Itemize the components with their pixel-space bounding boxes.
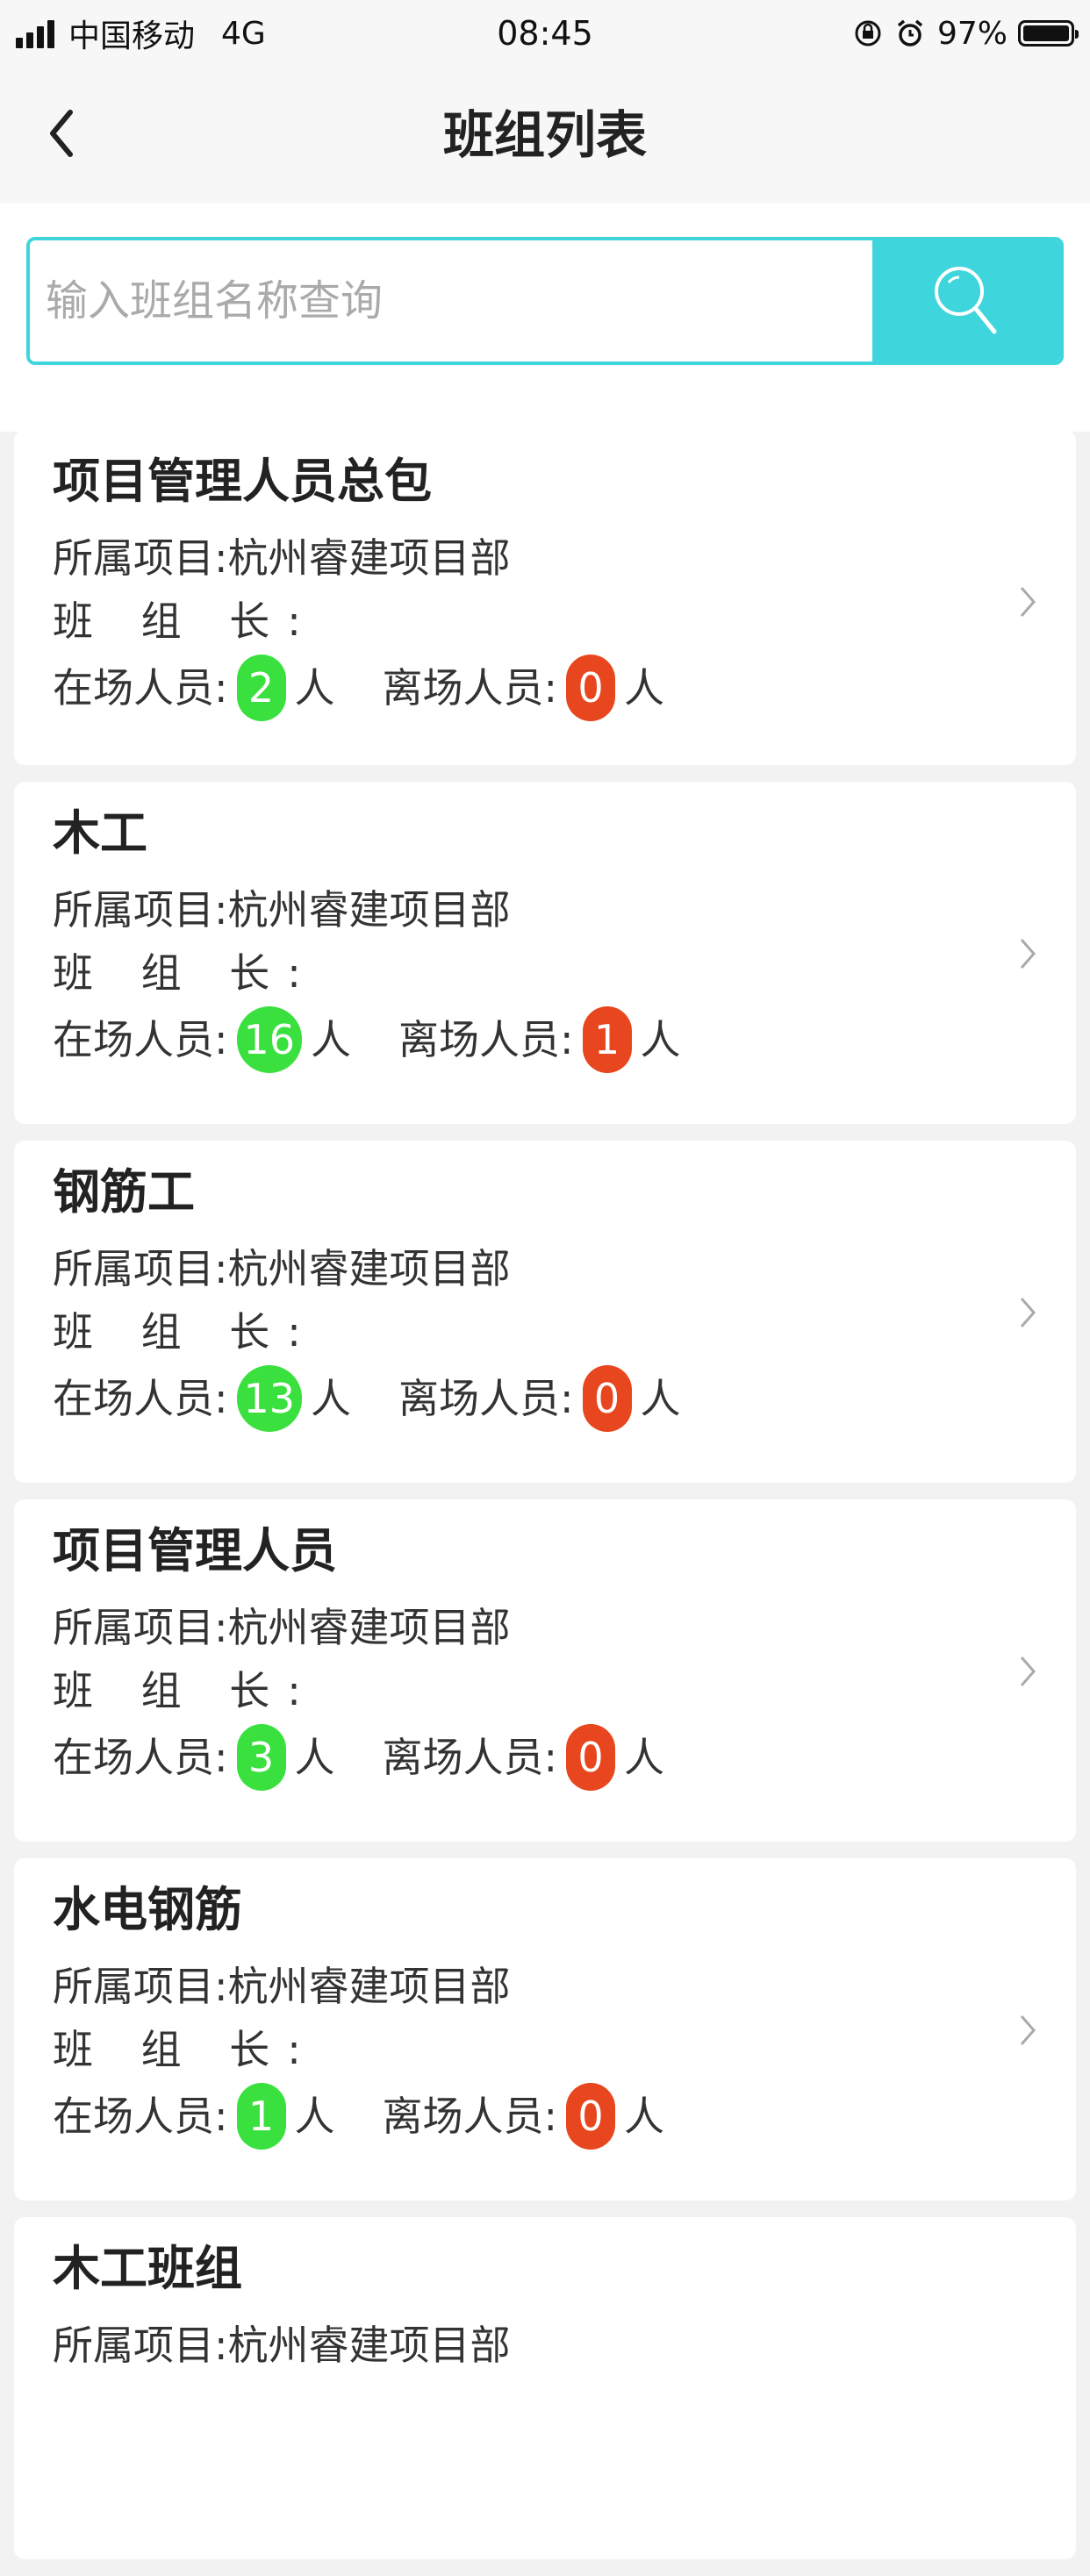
on-site-unit: 人: [294, 1734, 335, 1781]
count-row: 在场人员: 1 人 离场人员: 0 人: [53, 2083, 664, 2150]
on-site-count-badge: 13: [236, 1365, 303, 1432]
off-site-label: 离场人员:: [382, 1734, 558, 1781]
team-name: 钢筋工: [53, 1164, 195, 1220]
project-row: 所属项目: 杭州睿建项目部: [53, 1958, 511, 2014]
team-name: 水电钢筋: [53, 1882, 242, 1937]
page-title: 班组列表: [442, 105, 647, 165]
team-card[interactable]: 项目管理人员 所属项目: 杭州睿建项目部 班 组 长: 在场人员: 3 人 离场…: [14, 1499, 1076, 1842]
project-row: 所属项目: 杭州睿建项目部: [53, 1241, 511, 1297]
project-row: 所属项目: 杭州睿建项目部: [53, 2317, 511, 2373]
off-site-count-badge: 0: [582, 1365, 632, 1432]
team-card[interactable]: 木工 所属项目: 杭州睿建项目部 班 组 长: 在场人员: 16 人 离场人员:…: [14, 782, 1076, 1124]
team-name: 木工: [53, 805, 147, 861]
on-site-count-badge: 16: [236, 1006, 303, 1073]
status-bar: 中国移动 4G 08:45 97%: [0, 0, 1090, 67]
chevron-right-icon: [1020, 1657, 1036, 1686]
on-site-count-badge: 2: [236, 655, 286, 721]
count-row: 在场人员: 3 人 离场人员: 0 人: [53, 1724, 664, 1791]
off-site-count-badge: 0: [566, 655, 615, 721]
chevron-right-icon: [1020, 2015, 1036, 2045]
project-value: 杭州睿建项目部: [227, 1604, 511, 1651]
off-site-unit: 人: [624, 2093, 664, 2140]
team-name: 项目管理人员总包: [53, 454, 432, 509]
project-label: 所属项目:: [53, 534, 228, 582]
battery-icon: [1018, 20, 1079, 47]
nav-bar: 班组列表: [0, 67, 1090, 204]
chevron-right-icon: [1020, 587, 1036, 617]
leader-row: 班 组 长:: [53, 1304, 319, 1360]
team-card[interactable]: 木工班组 所属项目: 杭州睿建项目部: [14, 2217, 1076, 2559]
on-site-unit: 人: [311, 1375, 352, 1422]
project-value: 杭州睿建项目部: [227, 1963, 511, 2010]
project-value: 杭州睿建项目部: [227, 886, 511, 934]
search-area: [0, 204, 1090, 432]
project-value: 杭州睿建项目部: [227, 534, 511, 582]
project-label: 所属项目:: [53, 1604, 228, 1651]
on-site-label: 在场人员:: [53, 1375, 228, 1422]
on-site-label: 在场人员:: [53, 2093, 228, 2140]
battery-percent: 97%: [936, 15, 1008, 52]
off-site-label: 离场人员:: [398, 1375, 574, 1422]
status-right: 97%: [853, 12, 1079, 54]
off-site-unit: 人: [640, 1016, 681, 1063]
off-site-label: 离场人员:: [398, 1016, 574, 1063]
off-site-count-badge: 1: [582, 1006, 632, 1073]
off-site-label: 离场人员:: [382, 2093, 558, 2140]
count-row: 在场人员: 13 人 离场人员: 0 人: [53, 1365, 681, 1432]
team-card[interactable]: 水电钢筋 所属项目: 杭州睿建项目部 班 组 长: 在场人员: 1 人 离场人员…: [14, 1858, 1076, 2200]
alarm-icon: [897, 19, 923, 47]
project-row: 所属项目: 杭州睿建项目部: [53, 1599, 511, 1656]
leader-row: 班 组 长:: [53, 1663, 319, 1719]
project-row: 所属项目: 杭州睿建项目部: [53, 882, 511, 938]
team-card[interactable]: 项目管理人员总包 所属项目: 杭州睿建项目部 班 组 长: 在场人员: 2 人 …: [14, 430, 1076, 765]
off-site-unit: 人: [624, 664, 664, 712]
on-site-label: 在场人员:: [53, 664, 228, 712]
off-site-label: 离场人员:: [382, 664, 558, 712]
count-row: 在场人员: 2 人 离场人员: 0 人: [53, 655, 664, 721]
off-site-count-badge: 0: [566, 2083, 615, 2150]
leader-row: 班 组 长:: [53, 593, 319, 649]
project-label: 所属项目:: [53, 2322, 228, 2369]
on-site-count-badge: 1: [236, 2083, 286, 2150]
search-icon: [935, 267, 997, 334]
leader-label: 班 组 长:: [53, 2026, 319, 2073]
leader-row: 班 组 长:: [53, 945, 319, 1001]
leader-label: 班 组 长:: [53, 597, 319, 645]
chevron-right-icon: [1020, 939, 1036, 969]
rotation-lock-icon: [855, 20, 881, 47]
team-card[interactable]: 钢筋工 所属项目: 杭州睿建项目部 班 组 长: 在场人员: 13 人 离场人员…: [14, 1141, 1076, 1483]
on-site-count-badge: 3: [236, 1724, 286, 1791]
count-row: 在场人员: 16 人 离场人员: 1 人: [53, 1006, 681, 1073]
leader-label: 班 组 长:: [53, 1308, 319, 1356]
chevron-right-icon: [1020, 1298, 1036, 1327]
leader-label: 班 组 长:: [53, 949, 319, 997]
project-label: 所属项目:: [53, 1245, 228, 1292]
on-site-unit: 人: [294, 2093, 335, 2140]
off-site-unit: 人: [640, 1375, 681, 1422]
team-name: 项目管理人员: [53, 1523, 337, 1578]
leader-label: 班 组 长:: [53, 1667, 319, 1714]
project-row: 所属项目: 杭州睿建项目部: [53, 530, 511, 586]
team-name: 木工班组: [53, 2241, 242, 2296]
leader-row: 班 组 长:: [53, 2021, 319, 2078]
on-site-unit: 人: [311, 1016, 352, 1063]
project-label: 所属项目:: [53, 1963, 228, 2010]
search-input[interactable]: [30, 240, 872, 361]
off-site-unit: 人: [624, 1734, 664, 1781]
project-value: 杭州睿建项目部: [227, 2322, 511, 2369]
on-site-unit: 人: [294, 664, 335, 712]
on-site-label: 在场人员:: [53, 1016, 228, 1063]
on-site-label: 在场人员:: [53, 1734, 228, 1781]
project-label: 所属项目:: [53, 886, 228, 934]
search-button[interactable]: [872, 240, 1060, 361]
off-site-count-badge: 0: [566, 1724, 615, 1791]
team-list: 项目管理人员总包 所属项目: 杭州睿建项目部 班 组 长: 在场人员: 2 人 …: [14, 430, 1076, 2576]
search-box: [26, 237, 1064, 365]
project-value: 杭州睿建项目部: [227, 1245, 511, 1292]
